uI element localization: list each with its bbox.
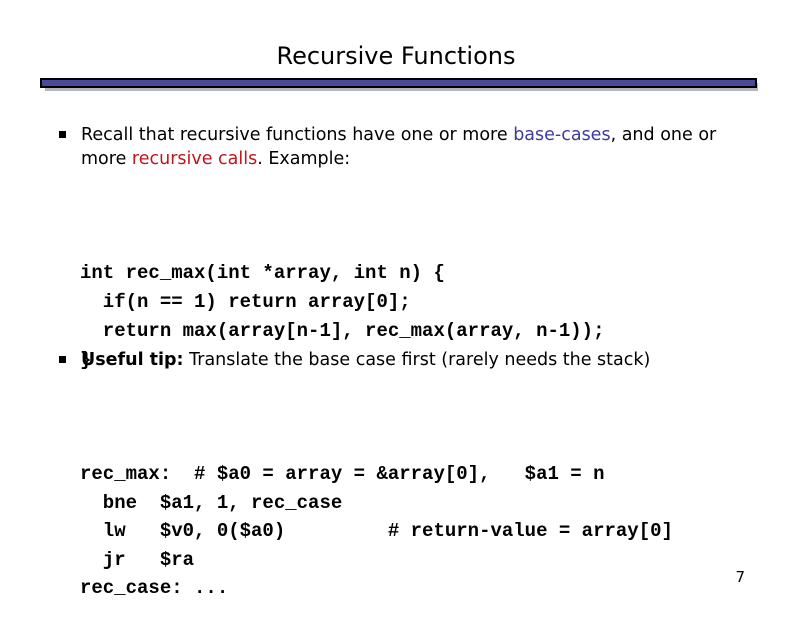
bullet2-text: Translate the base case first (rarely ne… — [183, 350, 651, 370]
asm-code-block: rec_max: # $a0 = array = &array[0], $a1 … — [80, 403, 673, 631]
title-rule — [40, 78, 757, 88]
c-code-block: int rec_max(int *array, int n) { if(n ==… — [80, 201, 605, 404]
useful-tip-label: Useful tip: — [81, 350, 184, 370]
code-line: lw $v0, 0($a0) # return-value = array[0] — [80, 520, 673, 542]
slide-title: Recursive Functions — [276, 42, 516, 70]
bullet-icon — [59, 131, 66, 138]
code-line: rec_max: # $a0 = array = &array[0], $a1 … — [80, 463, 605, 485]
code-line: bne $a1, 1, rec_case — [80, 491, 343, 514]
code-line: rec_case: ... — [80, 577, 229, 599]
bullet1-text-cont: , and one or — [610, 125, 717, 145]
bullet-icon — [59, 356, 66, 363]
code-line: if(n == 1) return array[0]; — [80, 291, 411, 313]
code-line: int rec_max(int *array, int n) { — [80, 262, 445, 284]
code-line: jr $ra — [80, 548, 195, 571]
bullet1-line2-suffix: . Example: — [257, 149, 351, 169]
page-number: 7 — [735, 568, 745, 586]
code-line: return max(array[n-1], rec_max(array, n-… — [80, 320, 605, 342]
bullet1-line2: more recursive calls. Example: — [81, 147, 350, 171]
recursive-calls-term: recursive calls — [131, 149, 258, 169]
bullet2-line: Useful tip: Translate the base case firs… — [81, 348, 650, 372]
base-cases-term: base-cases — [513, 125, 611, 145]
bullet1-text: Recall that recursive functions have one… — [81, 125, 514, 145]
bullet1-line2-prefix: more — [81, 149, 132, 169]
bullet1-line1: Recall that recursive functions have one… — [81, 123, 716, 147]
